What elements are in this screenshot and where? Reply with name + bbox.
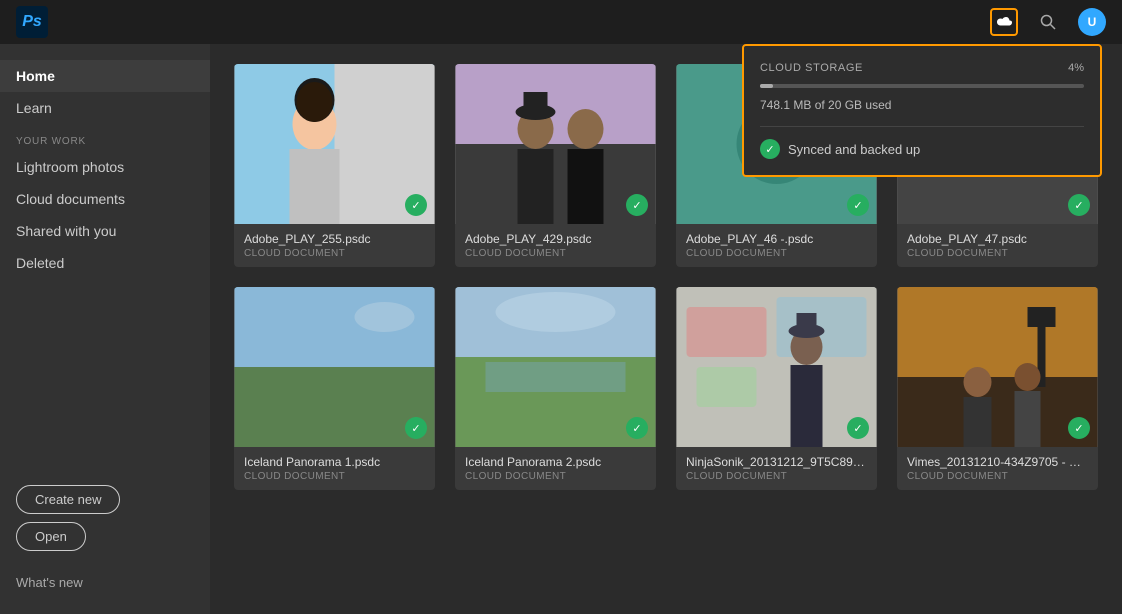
file-info: Adobe_PLAY_47.psdc CLOUD DOCUMENT: [897, 224, 1098, 267]
file-name: Adobe_PLAY_429.psdc: [465, 232, 646, 246]
file-check-badge: ✓: [1068, 194, 1090, 216]
cloud-storage-used: 748.1 MB of 20 GB used: [760, 98, 1084, 112]
file-info: Iceland Panorama 1.psdc CLOUD DOCUMENT: [234, 447, 435, 490]
file-thumbnail: ✓: [455, 64, 656, 224]
topbar-left: Ps: [16, 6, 48, 38]
sidebar-bottom: Create new Open: [0, 473, 210, 563]
sidebar-item-home[interactable]: Home: [0, 60, 210, 92]
file-name: Adobe_PLAY_46 -.psdc: [686, 232, 867, 246]
file-type: CLOUD DOCUMENT: [907, 471, 1088, 482]
file-check-badge: ✓: [626, 417, 648, 439]
cloud-storage-percent: 4%: [1068, 62, 1084, 74]
ps-logo: Ps: [16, 6, 48, 38]
file-name: Iceland Panorama 1.psdc: [244, 455, 425, 469]
file-card[interactable]: ✓ NinjaSonik_20131212_9T5C8918 - Copy.ps…: [676, 287, 877, 490]
file-thumbnail: ✓: [234, 64, 435, 224]
sidebar-item-shared-with-you[interactable]: Shared with you: [0, 215, 210, 247]
file-name: NinjaSonik_20131212_9T5C8918 - Copy.psdc: [686, 455, 867, 469]
cloud-storage-icon[interactable]: [990, 8, 1018, 36]
cloud-popup-divider: [760, 126, 1084, 127]
file-type: CLOUD DOCUMENT: [244, 248, 425, 259]
file-type: CLOUD DOCUMENT: [907, 248, 1088, 259]
file-info: Adobe_PLAY_255.psdc CLOUD DOCUMENT: [234, 224, 435, 267]
file-check-badge: ✓: [405, 417, 427, 439]
file-info: Iceland Panorama 2.psdc CLOUD DOCUMENT: [455, 447, 656, 490]
cloud-storage-popup: CLOUD STORAGE 4% 748.1 MB of 20 GB used …: [742, 44, 1102, 177]
file-info: Vimes_20131210-434Z9705 - Copy.psdc CLOU…: [897, 447, 1098, 490]
sidebar-item-lightroom-photos[interactable]: Lightroom photos: [0, 151, 210, 183]
sidebar-nav: Home Learn YOUR WORK Lightroom photos Cl…: [0, 60, 210, 473]
content-area: CLOUD STORAGE 4% 748.1 MB of 20 GB used …: [210, 44, 1122, 614]
file-card[interactable]: ✓ Adobe_PLAY_429.psdc CLOUD DOCUMENT: [455, 64, 656, 267]
topbar-right: U: [990, 8, 1106, 36]
file-check-badge: ✓: [626, 194, 648, 216]
file-name: Adobe_PLAY_47.psdc: [907, 232, 1088, 246]
cloud-popup-status: ✓ Synced and backed up: [760, 139, 1084, 159]
file-type: CLOUD DOCUMENT: [686, 248, 867, 259]
sidebar-section-your-work: YOUR WORK: [0, 124, 210, 151]
file-name: Vimes_20131210-434Z9705 - Copy.psdc: [907, 455, 1088, 469]
file-check-badge: ✓: [405, 194, 427, 216]
file-name: Iceland Panorama 2.psdc: [465, 455, 646, 469]
file-thumbnail: ✓: [676, 287, 877, 447]
file-type: CLOUD DOCUMENT: [465, 248, 646, 259]
file-thumbnail: ✓: [455, 287, 656, 447]
whats-new-link[interactable]: What's new: [0, 563, 210, 598]
main-layout: Home Learn YOUR WORK Lightroom photos Cl…: [0, 44, 1122, 614]
file-name: Adobe_PLAY_255.psdc: [244, 232, 425, 246]
cloud-storage-title: CLOUD STORAGE: [760, 62, 863, 74]
file-type: CLOUD DOCUMENT: [244, 471, 425, 482]
create-new-button[interactable]: Create new: [16, 485, 120, 514]
open-button[interactable]: Open: [16, 522, 86, 551]
file-check-badge: ✓: [847, 194, 869, 216]
sync-status-text: Synced and backed up: [788, 142, 920, 157]
sidebar-item-cloud-documents[interactable]: Cloud documents: [0, 183, 210, 215]
file-check-badge: ✓: [1068, 417, 1090, 439]
sync-check-icon: ✓: [760, 139, 780, 159]
sidebar: Home Learn YOUR WORK Lightroom photos Cl…: [0, 44, 210, 614]
cloud-storage-progress-bg: [760, 84, 1084, 88]
sidebar-item-learn[interactable]: Learn: [0, 92, 210, 124]
search-icon[interactable]: [1034, 8, 1062, 36]
file-card[interactable]: ✓ Adobe_PLAY_255.psdc CLOUD DOCUMENT: [234, 64, 435, 267]
file-info: NinjaSonik_20131212_9T5C8918 - Copy.psdc…: [676, 447, 877, 490]
cloud-popup-header: CLOUD STORAGE 4%: [760, 62, 1084, 74]
cloud-storage-progress-fill: [760, 84, 773, 88]
file-check-badge: ✓: [847, 417, 869, 439]
file-card[interactable]: ✓ Vimes_20131210-434Z9705 - Copy.psdc CL…: [897, 287, 1098, 490]
file-info: Adobe_PLAY_429.psdc CLOUD DOCUMENT: [455, 224, 656, 267]
avatar[interactable]: U: [1078, 8, 1106, 36]
file-thumbnail: ✓: [234, 287, 435, 447]
file-card[interactable]: ✓ Iceland Panorama 2.psdc CLOUD DOCUMENT: [455, 287, 656, 490]
sidebar-item-deleted[interactable]: Deleted: [0, 247, 210, 279]
file-type: CLOUD DOCUMENT: [465, 471, 646, 482]
file-info: Adobe_PLAY_46 -.psdc CLOUD DOCUMENT: [676, 224, 877, 267]
file-thumbnail: ✓: [897, 287, 1098, 447]
file-type: CLOUD DOCUMENT: [686, 471, 867, 482]
topbar: Ps U: [0, 0, 1122, 44]
file-card[interactable]: ✓ Iceland Panorama 1.psdc CLOUD DOCUMENT: [234, 287, 435, 490]
